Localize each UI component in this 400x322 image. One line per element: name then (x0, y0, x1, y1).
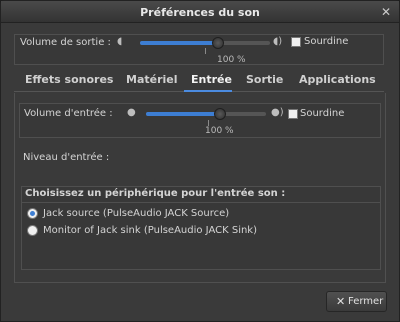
tab-entree[interactable]: Entrée (191, 73, 232, 86)
output-100-tick (205, 48, 206, 54)
device-divider (22, 202, 380, 203)
device-label-jack-source[interactable]: Jack source (PulseAudio JACK Source) (43, 208, 229, 219)
title-bar[interactable]: Préférences du son ✕ (1, 1, 399, 23)
input-percent-label: 100 % (205, 126, 234, 136)
input-level-label: Niveau d'entrée : (23, 152, 110, 163)
window-close-icon[interactable]: ✕ (381, 5, 391, 19)
active-tab-indicator (184, 90, 232, 92)
input-tab-panel: Volume d'entrée : ● ●) Sourdine 100 % Ni… (14, 93, 386, 283)
tab-effets-sonores[interactable]: Effets sonores (25, 73, 113, 86)
microphone-low-icon: ● (127, 107, 136, 118)
close-button-label: Fermer (348, 296, 384, 307)
device-label-jack-monitor[interactable]: Monitor of Jack sink (PulseAudio JACK Si… (43, 225, 257, 236)
input-volume-slider[interactable] (146, 112, 266, 116)
window-title: Préférences du son (140, 6, 260, 19)
input-volume-label: Volume d'entrée : (24, 108, 113, 119)
device-box: Choisissez un périphérique pour l'entrée… (21, 186, 381, 270)
tab-materiel[interactable]: Matériel (126, 73, 178, 86)
close-button[interactable]: ✕ Fermer (326, 291, 387, 312)
input-volume-box: Volume d'entrée : ● ●) Sourdine 100 % (19, 103, 381, 138)
sound-preferences-window: Préférences du son ✕ Volume de sortie : … (0, 0, 400, 322)
device-radio-jack-monitor[interactable] (27, 225, 38, 236)
tab-bar: Effets sonores Matériel Entrée Sortie Ap… (14, 70, 384, 92)
microphone-high-icon: ●) (271, 107, 284, 118)
device-radio-jack-source[interactable] (27, 208, 38, 219)
output-volume-knob[interactable] (212, 37, 224, 49)
output-mute-checkbox[interactable] (291, 37, 301, 47)
tab-sortie[interactable]: Sortie (246, 73, 283, 86)
output-volume-label: Volume de sortie : (20, 37, 111, 48)
close-icon: ✕ (336, 295, 346, 308)
input-volume-knob[interactable] (214, 108, 226, 120)
speaker-high-icon: ◖) (273, 36, 283, 47)
output-percent-label: 100 % (217, 55, 246, 65)
input-mute-checkbox[interactable] (288, 109, 298, 119)
input-volume-fill (146, 112, 220, 116)
output-volume-box: Volume de sortie : ◖ ◖) Sourdine 100 % (14, 34, 384, 65)
speaker-low-icon: ◖ (117, 36, 123, 47)
input-mute-label: Sourdine (300, 108, 345, 119)
output-mute-label: Sourdine (304, 36, 349, 47)
output-volume-slider[interactable] (140, 41, 270, 45)
tab-applications[interactable]: Applications (299, 73, 376, 86)
output-volume-fill (140, 41, 218, 45)
device-heading: Choisissez un périphérique pour l'entrée… (25, 188, 286, 199)
